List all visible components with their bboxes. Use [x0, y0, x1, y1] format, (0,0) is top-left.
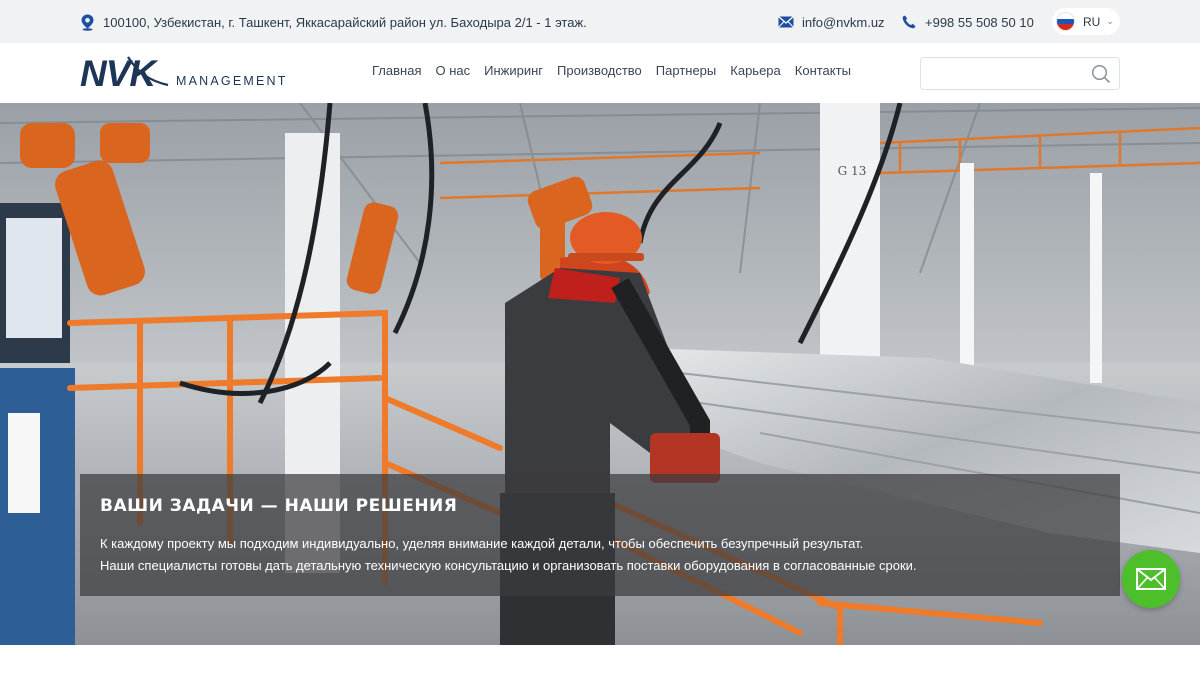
- floating-message-button[interactable]: [1122, 550, 1180, 608]
- address-text: 100100, Узбекистан, г. Ташкент, Яккасара…: [103, 14, 587, 30]
- phone-link[interactable]: +998 55 508 50 10: [902, 12, 1034, 32]
- language-label: RU: [1083, 14, 1101, 29]
- hero-text-line1: К каждому проекту мы подходим индивидуал…: [100, 536, 864, 551]
- pillar-label: G 13: [838, 164, 867, 178]
- email-text[interactable]: info@nvkm.uz: [802, 15, 885, 30]
- nav-item-about[interactable]: О нас: [435, 63, 470, 78]
- logo-text: NVK: [80, 53, 158, 94]
- site-header: NVK MANAGEMENT Главная О нас Инжиринг Пр…: [0, 43, 1200, 103]
- nav-item-partners[interactable]: Партнеры: [656, 63, 716, 78]
- location-pin-icon: [81, 14, 94, 31]
- main-nav: Главная О нас Инжиринг Производство Парт…: [372, 63, 865, 78]
- language-selector[interactable]: RU ⌄: [1052, 8, 1120, 35]
- email-link[interactable]: info@nvkm.uz: [778, 12, 885, 32]
- search-icon[interactable]: [1091, 64, 1111, 84]
- nav-item-home[interactable]: Главная: [372, 63, 421, 78]
- hero-banner: G 13 ВАШИ ЗАДАЧИ — НАШИ РЕШЕНИЯ К каждом…: [0, 103, 1200, 645]
- site-logo[interactable]: NVK MANAGEMENT: [80, 51, 290, 95]
- top-info-bar: 100100, Узбекистан, г. Ташкент, Яккасара…: [0, 0, 1200, 43]
- envelope-icon: [778, 16, 794, 28]
- logo-subtitle: MANAGEMENT: [176, 74, 288, 88]
- nav-item-contacts[interactable]: Контакты: [795, 63, 851, 78]
- chevron-down-icon: ⌄: [1106, 16, 1114, 26]
- phone-text[interactable]: +998 55 508 50 10: [925, 15, 1034, 30]
- address: 100100, Узбекистан, г. Ташкент, Яккасара…: [80, 12, 587, 32]
- search-box: [920, 57, 1120, 90]
- hero-text-line2: Наши специалисты готовы дать детальную т…: [100, 558, 917, 573]
- nav-item-engineering[interactable]: Инжиринг: [484, 63, 543, 78]
- phone-icon: [902, 15, 916, 29]
- russia-flag-icon: [1056, 12, 1075, 31]
- hero-caption: ВАШИ ЗАДАЧИ — НАШИ РЕШЕНИЯ К каждому про…: [80, 474, 1120, 596]
- envelope-icon: [1136, 568, 1166, 590]
- hero-title: ВАШИ ЗАДАЧИ — НАШИ РЕШЕНИЯ: [100, 496, 458, 516]
- nav-item-production[interactable]: Производство: [557, 63, 642, 78]
- search-input[interactable]: [921, 58, 1081, 89]
- nav-item-career[interactable]: Карьера: [730, 63, 781, 78]
